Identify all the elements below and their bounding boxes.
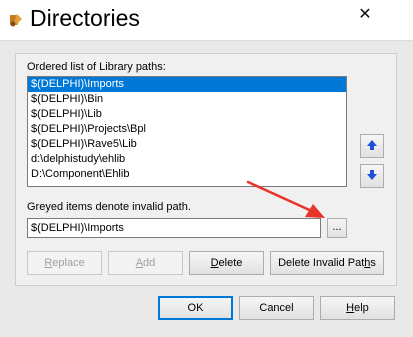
replace-button[interactable]: Replace [27,251,102,275]
list-item[interactable]: $(DELPHI)\Projects\Bpl [28,122,346,137]
window-title: Directories [30,5,140,31]
list-item-selected[interactable]: $(DELPHI)\Imports [28,77,346,92]
list-item[interactable]: $(DELPHI)\Bin [28,92,346,107]
invalid-path-note: Greyed items denote invalid path. [27,201,191,213]
add-label: dd [143,257,156,269]
close-button[interactable]: ✕ [333,0,397,28]
ok-button[interactable]: OK [158,296,233,320]
arrow-up-icon [366,139,378,154]
move-down-button[interactable] [360,164,384,188]
delete-label: elete [218,257,243,269]
add-accelerator: A [135,257,144,269]
delete-invalid-label-prefix: Delete Invalid Pat [278,257,365,269]
replace-label: eplace [52,257,85,269]
library-paths-list[interactable]: $(DELPHI)\Imports $(DELPHI)\Bin $(DELPHI… [27,76,347,187]
path-input[interactable] [27,218,321,238]
list-item[interactable]: $(DELPHI)\Rave5\Lib [28,137,346,152]
delete-invalid-label-rest: s [370,257,376,269]
cancel-button[interactable]: Cancel [239,296,314,320]
list-item[interactable]: d:\delphistudy\ehlib [28,152,346,167]
delete-button[interactable]: Delete [189,251,264,275]
help-accelerator: H [346,302,355,314]
move-up-button[interactable] [360,134,384,158]
directories-dialog: Directories ✕ Ordered list of Library pa… [0,0,413,337]
help-button[interactable]: Help [320,296,395,320]
library-paths-label: Ordered list of Library paths: [27,61,166,73]
browse-button[interactable]: ... [327,218,347,238]
delphi-app-icon [8,12,24,28]
title-bar: Directories ✕ [0,0,413,41]
help-label: elp [354,302,369,314]
delete-accelerator: D [210,257,219,269]
close-icon: ✕ [358,6,372,23]
list-item[interactable]: $(DELPHI)\Lib [28,107,346,122]
list-item[interactable]: D:\Component\Ehlib [28,167,346,182]
delete-invalid-paths-button[interactable]: Delete Invalid Paths [270,251,384,275]
add-button[interactable]: Add [108,251,183,275]
arrow-down-icon [366,169,378,184]
